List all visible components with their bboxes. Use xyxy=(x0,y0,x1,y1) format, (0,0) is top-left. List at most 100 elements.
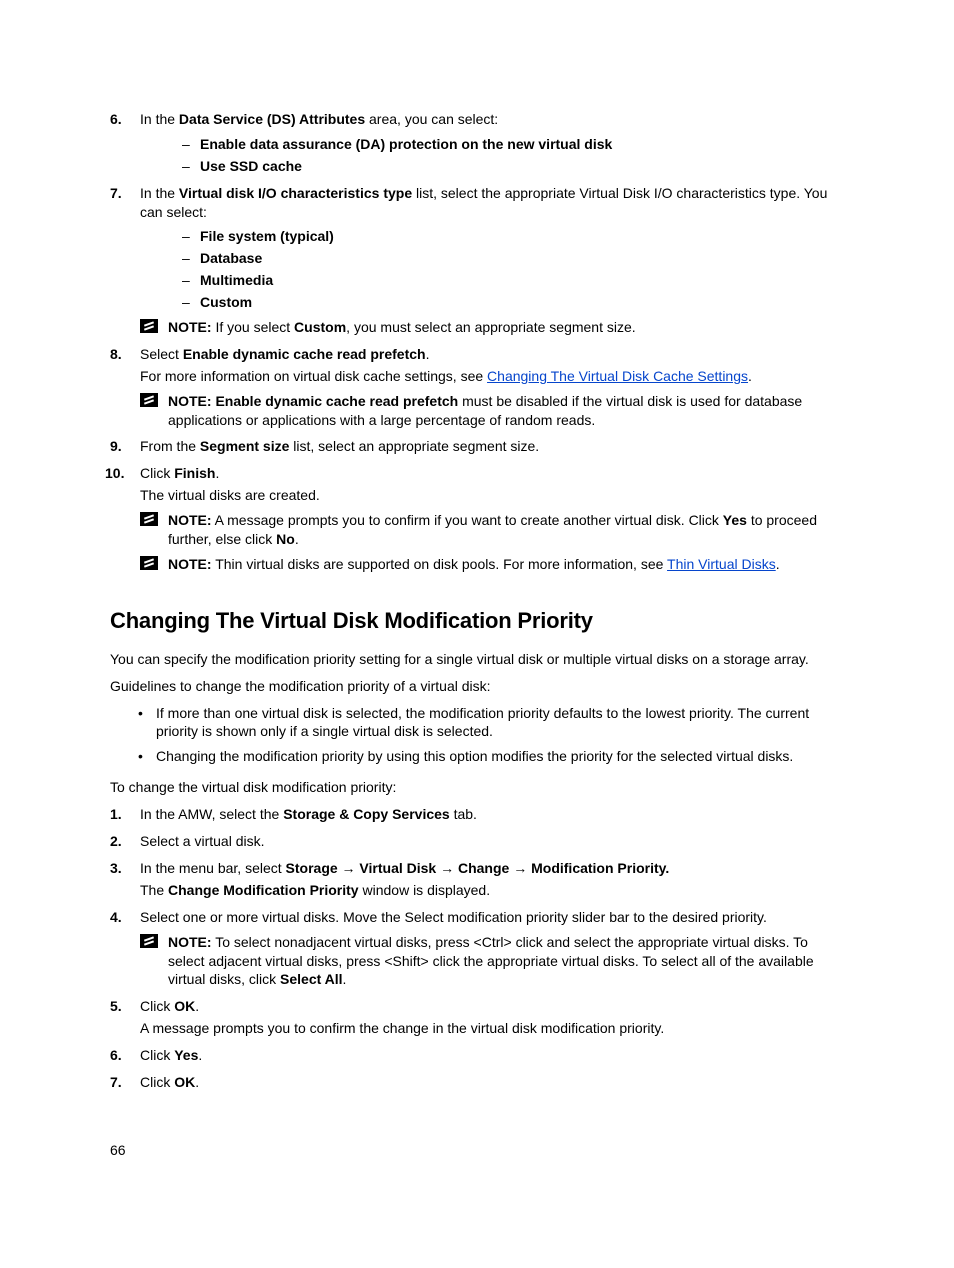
text: If you select xyxy=(212,319,294,335)
bold: Change Modification Priority xyxy=(168,882,359,898)
note: NOTE: If you select Custom, you must sel… xyxy=(140,318,844,337)
step-number: 2. xyxy=(110,832,122,851)
step-7: 7. In the Virtual disk I/O characteristi… xyxy=(110,184,844,337)
bold: Multimedia xyxy=(200,272,273,288)
note: NOTE: To select nonadjacent virtual disk… xyxy=(140,933,844,990)
step-9: 9. From the Segment size list, select an… xyxy=(110,437,844,456)
continuation: For more information on virtual disk cac… xyxy=(140,367,844,386)
text: Thin virtual disks are supported on disk… xyxy=(212,556,667,572)
note-icon xyxy=(140,512,158,526)
bold: Custom xyxy=(200,294,252,310)
bold: Yes xyxy=(174,1047,198,1063)
step-3: 3. In the menu bar, select Storage → Vir… xyxy=(110,859,844,900)
step-4: 4. Select one or more virtual disks. Mov… xyxy=(110,908,844,990)
text: , you must select an appropriate segment… xyxy=(346,319,635,335)
note-label: NOTE: xyxy=(168,934,212,950)
bold: OK xyxy=(174,998,195,1014)
list-item: If more than one virtual disk is selecte… xyxy=(138,704,844,742)
step-number: 5. xyxy=(110,997,122,1016)
text: Click xyxy=(140,465,174,481)
text: . xyxy=(195,1074,199,1090)
bold: Select All xyxy=(280,971,343,987)
step-number: 4. xyxy=(110,908,122,927)
text: Select one or more virtual disks. Move t… xyxy=(140,909,767,925)
step-number: 8. xyxy=(110,345,122,364)
option: Use SSD cache xyxy=(182,157,844,176)
note-icon xyxy=(140,319,158,333)
text: A message prompts you to confirm if you … xyxy=(212,512,723,528)
paragraph: To change the virtual disk modification … xyxy=(110,778,844,797)
procedure-list-b: 1. In the AMW, select the Storage & Copy… xyxy=(110,805,844,1092)
text: In the xyxy=(140,185,179,201)
text: Click xyxy=(140,998,174,1014)
text: Select a virtual disk. xyxy=(140,833,265,849)
bold: Segment size xyxy=(200,438,289,454)
step-10: 10. Click Finish. The virtual disks are … xyxy=(110,464,844,573)
text: . xyxy=(215,465,219,481)
note: NOTE: Thin virtual disks are supported o… xyxy=(140,555,844,574)
step-7b: 7. Click OK. xyxy=(110,1073,844,1092)
step-number: 1. xyxy=(110,805,122,824)
bold: Enable dynamic cache read prefetch xyxy=(183,346,426,362)
option: Enable data assurance (DA) protection on… xyxy=(182,135,844,154)
paragraph: You can specify the modification priorit… xyxy=(110,650,844,669)
text: . xyxy=(426,346,430,362)
step-number: 6. xyxy=(110,1046,122,1065)
bold: Yes xyxy=(723,512,747,528)
note-label: NOTE: xyxy=(168,512,212,528)
bold: Storage & Copy Services xyxy=(283,806,450,822)
step-6b: 6. Click Yes. xyxy=(110,1046,844,1065)
text: In the AMW, select the xyxy=(140,806,283,822)
note-label: NOTE: xyxy=(168,393,212,409)
link-thin-virtual-disks[interactable]: Thin Virtual Disks xyxy=(667,556,776,572)
link-cache-settings[interactable]: Changing The Virtual Disk Cache Settings xyxy=(487,368,748,384)
note-icon xyxy=(140,393,158,407)
text: Click xyxy=(140,1074,174,1090)
bold: Enable dynamic cache read prefetch xyxy=(212,393,459,409)
page: 6. In the Data Service (DS) Attributes a… xyxy=(0,0,954,1268)
text: For more information on virtual disk cac… xyxy=(140,368,487,384)
note-icon xyxy=(140,934,158,948)
text: tab. xyxy=(450,806,477,822)
option: File system (typical) xyxy=(182,227,844,246)
text: From the xyxy=(140,438,200,454)
step-number: 10. xyxy=(105,464,124,483)
continuation: The Change Modification Priority window … xyxy=(140,881,844,900)
option: Custom xyxy=(182,293,844,312)
note: NOTE: A message prompts you to confirm i… xyxy=(140,511,844,549)
text: Select xyxy=(140,346,183,362)
step-6: 6. In the Data Service (DS) Attributes a… xyxy=(110,110,844,176)
bold: Custom xyxy=(294,319,346,335)
step-5: 5. Click OK. A message prompts you to co… xyxy=(110,997,844,1038)
continuation: A message prompts you to confirm the cha… xyxy=(140,1019,844,1038)
bold: Storage → Virtual Disk → Change → Modifi… xyxy=(286,860,670,876)
text: list, select an appropriate segment size… xyxy=(289,438,539,454)
text: . xyxy=(198,1047,202,1063)
options-list: Enable data assurance (DA) protection on… xyxy=(182,135,844,176)
bold: Use SSD cache xyxy=(200,158,302,174)
text: window is displayed. xyxy=(359,882,491,898)
options-list: File system (typical) Database Multimedi… xyxy=(182,227,844,312)
option: Database xyxy=(182,249,844,268)
list-item: Changing the modification priority by us… xyxy=(138,747,844,766)
bold: Finish xyxy=(174,465,215,481)
text: To select nonadjacent virtual disks, pre… xyxy=(168,934,814,988)
text: . xyxy=(776,556,780,572)
bold: Database xyxy=(200,250,262,266)
note-label: NOTE: xyxy=(168,319,212,335)
step-number: 6. xyxy=(110,110,122,129)
text: The xyxy=(140,882,168,898)
note-label: NOTE: xyxy=(168,556,212,572)
step-1: 1. In the AMW, select the Storage & Copy… xyxy=(110,805,844,824)
step-8: 8. Select Enable dynamic cache read pref… xyxy=(110,345,844,430)
step-number: 3. xyxy=(110,859,122,878)
text: In the menu bar, select xyxy=(140,860,286,876)
bold: Data Service (DS) Attributes xyxy=(179,111,365,127)
section-heading: Changing The Virtual Disk Modification P… xyxy=(110,608,844,634)
procedure-list-a: 6. In the Data Service (DS) Attributes a… xyxy=(110,110,844,574)
bold: File system (typical) xyxy=(200,228,334,244)
text: Click xyxy=(140,1047,174,1063)
text: . xyxy=(343,971,347,987)
page-number: 66 xyxy=(110,1142,126,1158)
continuation: The virtual disks are created. xyxy=(140,486,844,505)
